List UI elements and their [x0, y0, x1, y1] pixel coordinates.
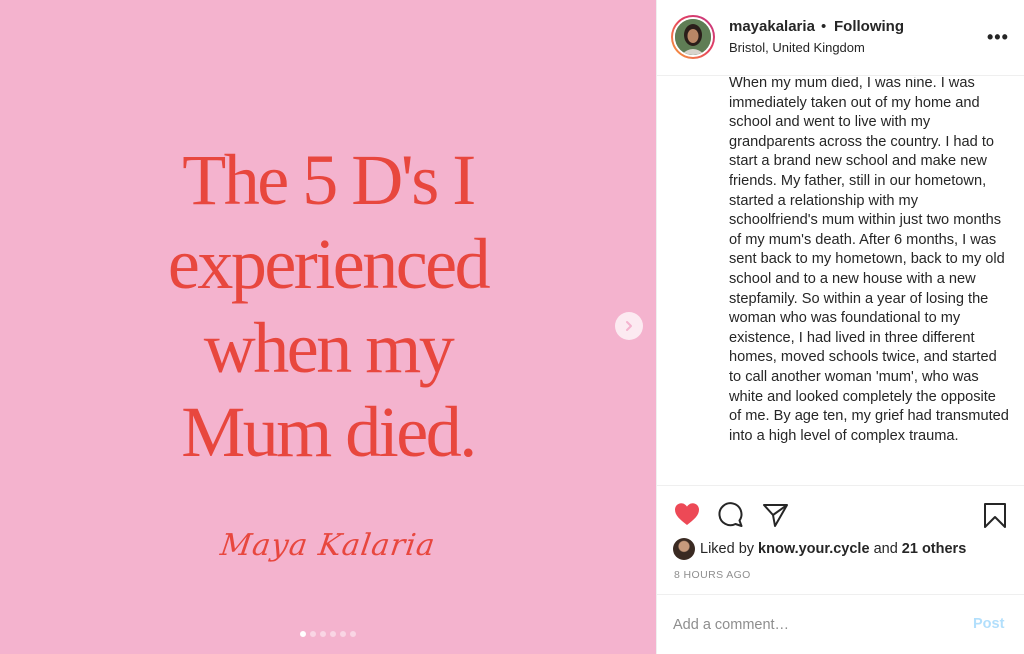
likes-prefix: Liked by: [700, 541, 755, 557]
like-button[interactable]: [673, 501, 701, 532]
carousel-dot: [310, 631, 316, 637]
comment-input[interactable]: [673, 613, 963, 637]
post-comment-button[interactable]: Post: [973, 616, 1004, 632]
comment-button[interactable]: [717, 501, 745, 534]
author-signature: Maya Kalaria: [218, 528, 438, 563]
post-header: mayakalaria • Following Bristol, United …: [657, 0, 1024, 76]
next-slide-button[interactable]: [615, 312, 643, 340]
carousel-indicator: [0, 631, 656, 637]
heart-icon: [675, 503, 699, 525]
comment-bar: Post: [657, 594, 1024, 654]
post-headline: The 5 D's I experienced when my Mum died…: [0, 138, 656, 474]
post-sidebar: mayakalaria • Following Bristol, United …: [656, 0, 1024, 654]
bookmark-icon: [984, 503, 1006, 528]
likes-conjunction: and: [873, 541, 898, 557]
post-image: The 5 D's I experienced when my Mum died…: [0, 0, 656, 654]
carousel-dot: [320, 631, 326, 637]
liker-username-link[interactable]: know.your.cycle: [758, 541, 869, 557]
action-bar: [657, 497, 1024, 533]
carousel-dot: [340, 631, 346, 637]
comment-icon: [718, 502, 743, 527]
liker-avatar[interactable]: [673, 538, 695, 560]
headline-line: Mum died.: [181, 392, 477, 472]
headline-line: experienced: [167, 224, 491, 304]
username-link[interactable]: mayakalaria: [729, 18, 815, 35]
profile-photo: [675, 19, 711, 55]
avatar[interactable]: [673, 17, 713, 57]
location-link[interactable]: Bristol, United Kingdom: [729, 40, 865, 55]
carousel-dot-active: [300, 631, 306, 637]
share-button[interactable]: [761, 501, 789, 534]
others-likes-link[interactable]: 21 others: [902, 541, 966, 557]
headline-line: when my: [203, 308, 455, 388]
share-icon: [763, 504, 788, 527]
post-timestamp[interactable]: 8 HOURS AGO: [674, 569, 751, 581]
comments-scroll-area[interactable]: When my mum died, I was nine. I was imme…: [657, 77, 1024, 486]
chevron-right-icon: [626, 321, 632, 331]
post-caption: When my mum died, I was nine. I was imme…: [729, 77, 1009, 444]
carousel-dot: [350, 631, 356, 637]
headline-line: The 5 D's I: [182, 140, 476, 220]
save-button[interactable]: [981, 501, 1009, 534]
likes-summary: Liked by know.your.cycle and 21 others: [673, 537, 966, 561]
following-button[interactable]: Following: [834, 18, 904, 35]
header-separator: •: [821, 18, 827, 35]
more-options-icon[interactable]: •••: [987, 28, 1009, 46]
carousel-dot: [330, 631, 336, 637]
avatar-story-ring[interactable]: [671, 15, 715, 59]
